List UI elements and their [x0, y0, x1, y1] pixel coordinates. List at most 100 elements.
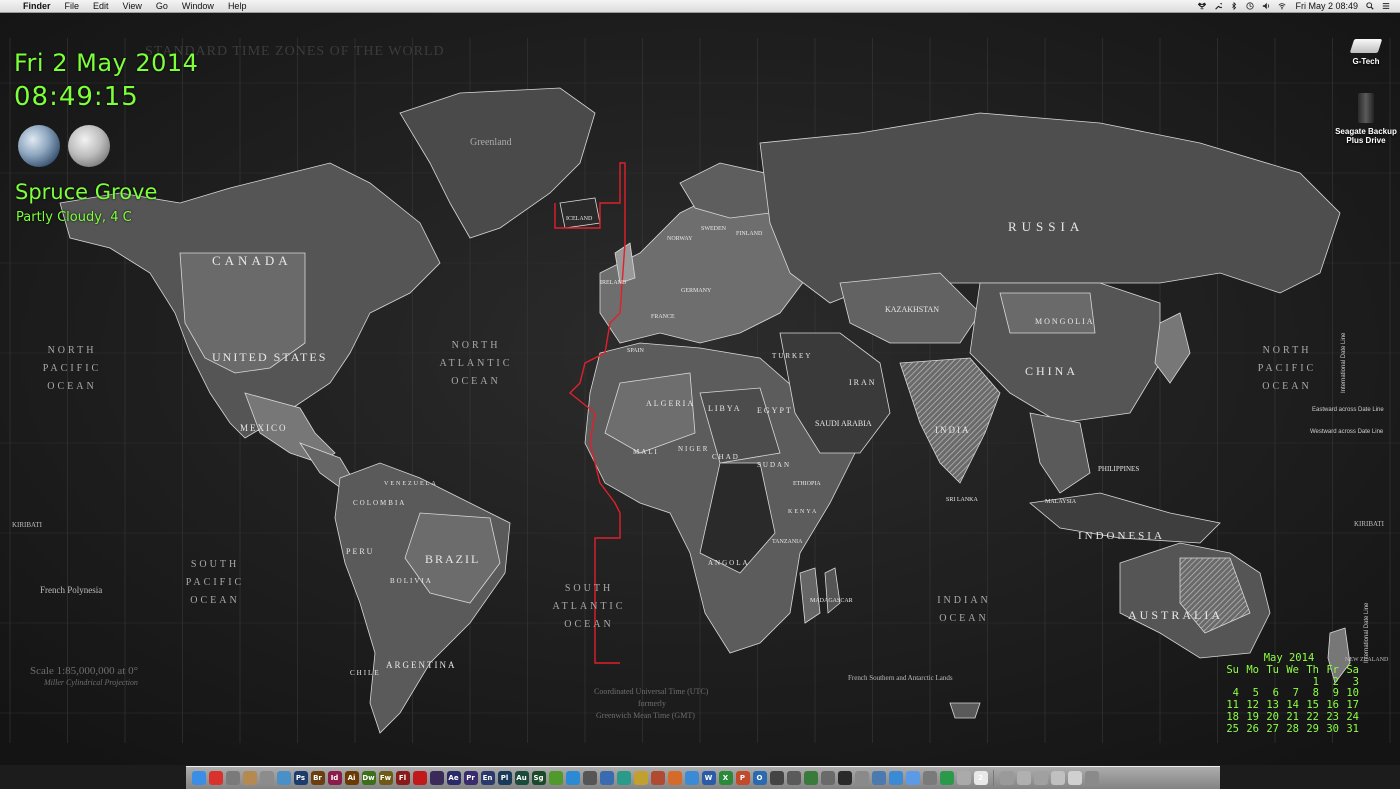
menu-file[interactable]: File	[65, 0, 80, 12]
dock-stack-downloads-icon[interactable]	[1016, 771, 1031, 785]
label-france: FRANCE	[651, 314, 675, 320]
time-machine-icon[interactable]	[1246, 2, 1255, 10]
dock-app-app-23-icon[interactable]	[565, 771, 580, 785]
label-mexico: MEXICO	[240, 423, 288, 433]
dock-app-indesign-icon[interactable]: Id	[327, 771, 342, 785]
label-canada: CANADA	[212, 253, 292, 268]
label-philippines: PHILIPPINES	[1098, 465, 1139, 473]
calendar-weekday: Sa	[1346, 663, 1359, 676]
volume-icon[interactable]	[1262, 2, 1270, 10]
dock-app-app-30-icon[interactable]	[684, 771, 699, 785]
dock-stack-trash-icon[interactable]	[1084, 771, 1099, 785]
map-scale: Scale 1:85,000,000 at 0°	[30, 665, 138, 677]
dock-app-prelude-icon[interactable]: Pl	[497, 771, 512, 785]
dock-app-contacts-icon[interactable]	[242, 771, 257, 785]
dock-app-app-43-icon[interactable]	[905, 771, 920, 785]
dock-app-app-36-icon[interactable]	[786, 771, 801, 785]
dock-app-photoshop-icon[interactable]: Ps	[293, 771, 308, 785]
dock-app-mail-icon[interactable]	[225, 771, 240, 785]
utc-caption-line-2: formerly	[638, 699, 666, 708]
weather-conditions: Partly Cloudy, 4 C	[16, 210, 132, 225]
calendar-day: 18	[1226, 710, 1239, 723]
menu-go[interactable]: Go	[156, 0, 168, 12]
dock-app-word-icon[interactable]: W	[701, 771, 716, 785]
dock-app-fireworks-icon[interactable]: Fw	[378, 771, 393, 785]
notification-center-icon[interactable]	[1382, 2, 1390, 10]
menu-clock[interactable]: Fri May 2 08:49	[1295, 0, 1358, 12]
dock-app-encore-icon[interactable]: En	[480, 771, 495, 785]
label-spain: SPAIN	[627, 348, 644, 354]
desktop-icon-g-tech[interactable]: G-Tech	[1331, 39, 1400, 66]
menu-view[interactable]: View	[123, 0, 142, 12]
label-chile: CHILE	[350, 669, 381, 677]
dock-app-calendar-icon[interactable]: 2	[973, 771, 988, 785]
dock-app-premiere-icon[interactable]: Pr	[463, 771, 478, 785]
dock-app-illustrator-icon[interactable]: Ai	[344, 771, 359, 785]
spotlight-icon[interactable]	[1366, 2, 1374, 10]
dock-app-app-45-icon[interactable]	[939, 771, 954, 785]
dock-app-app-37-icon[interactable]	[803, 771, 818, 785]
dock-separator	[993, 770, 994, 786]
label-egypt: EGYPT	[757, 406, 793, 415]
dock-app-app-44-icon[interactable]	[922, 771, 937, 785]
dock-app-after-effects-icon[interactable]: Ae	[446, 771, 461, 785]
menu-edit[interactable]: Edit	[93, 0, 109, 12]
dock-app-browser-icon[interactable]	[208, 771, 223, 785]
dock-app-bridge-icon[interactable]: Br	[310, 771, 325, 785]
dock-stack-folder-icon[interactable]	[1033, 771, 1048, 785]
calendar-day: 28	[1286, 722, 1299, 735]
label-saudi-arabia: SAUDI ARABIA	[815, 419, 872, 428]
dock-app-evernote-icon[interactable]	[548, 771, 563, 785]
dock-app-app-25-icon[interactable]	[599, 771, 614, 785]
label-united-states: UNITED STATES	[212, 350, 327, 364]
label-north-pacific-east: NORTH PACIFIC OCEAN	[1258, 345, 1316, 392]
label-sri-lanka: SRI LANKA	[946, 497, 979, 503]
menu-window[interactable]: Window	[182, 0, 214, 12]
label-finland: FINLAND	[736, 231, 763, 237]
dock-app-excel-icon[interactable]: X	[718, 771, 733, 785]
dock-app-media-encoder-icon[interactable]	[429, 771, 444, 785]
dock-app-app-26-icon[interactable]	[616, 771, 631, 785]
label-south-pacific: SOUTH PACIFIC OCEAN	[186, 559, 244, 606]
bluetooth-icon[interactable]	[1230, 2, 1238, 10]
dock-app-safari-icon[interactable]	[276, 771, 291, 785]
dock-app-app-42-icon[interactable]	[888, 771, 903, 785]
menu-help[interactable]: Help	[228, 0, 247, 12]
calendar-day: 24	[1346, 710, 1359, 723]
dock-app-app-41-icon[interactable]	[871, 771, 886, 785]
dock-app-app-29-icon[interactable]	[667, 771, 682, 785]
dock-app-app-27-icon[interactable]	[633, 771, 648, 785]
label-bolivia: BOLIVIA	[390, 577, 433, 585]
label-argentina: ARGENTINA	[386, 660, 457, 670]
dock-app-finder-icon[interactable]	[191, 771, 206, 785]
dock-app-acrobat-icon[interactable]	[412, 771, 427, 785]
dock-app-app-35-icon[interactable]	[769, 771, 784, 785]
dock-stack-folder-2-icon[interactable]	[1050, 771, 1065, 785]
dock-app-dreamweaver-icon[interactable]: Dw	[361, 771, 376, 785]
menu-bar: Finder File Edit View Go Window Help Fri…	[0, 0, 1400, 13]
label-westward-date-line: Westward across Date Line	[1310, 429, 1384, 435]
dock-stack-folder-3-icon[interactable]	[1067, 771, 1082, 785]
dock-stack-documents-icon[interactable]	[999, 771, 1014, 785]
dock-app-app-40-icon[interactable]	[854, 771, 869, 785]
dock-app-app-38-icon[interactable]	[820, 771, 835, 785]
desktop-icon-seagate[interactable]: Seagate Backup Plus Drive	[1331, 93, 1400, 145]
desktop-icon-label: Seagate Backup Plus Drive	[1335, 127, 1397, 145]
calendar-day: 31	[1346, 722, 1359, 735]
dock-app-app-24-icon[interactable]	[582, 771, 597, 785]
dock-app-powerpoint-icon[interactable]: P	[735, 771, 750, 785]
dock-app-outlook-icon[interactable]: O	[752, 771, 767, 785]
dock-app-app-46-icon[interactable]	[956, 771, 971, 785]
wifi-icon[interactable]	[1278, 2, 1286, 10]
dock-app-speedgrade-icon[interactable]: Sg	[531, 771, 546, 785]
menu-app-name[interactable]: Finder	[23, 0, 51, 12]
dock-app-flash-icon[interactable]: Fl	[395, 771, 410, 785]
dock-app-app-28-icon[interactable]	[650, 771, 665, 785]
label-malaysia: MALAYSIA	[1045, 499, 1077, 505]
dock-app-app-39-icon[interactable]	[837, 771, 852, 785]
wrench-icon[interactable]	[1214, 2, 1223, 10]
dock-app-preview-icon[interactable]	[259, 771, 274, 785]
dropbox-icon[interactable]	[1198, 2, 1207, 10]
dock-app-audition-icon[interactable]: Au	[514, 771, 529, 785]
calendar-weekday: Tu	[1266, 663, 1279, 676]
